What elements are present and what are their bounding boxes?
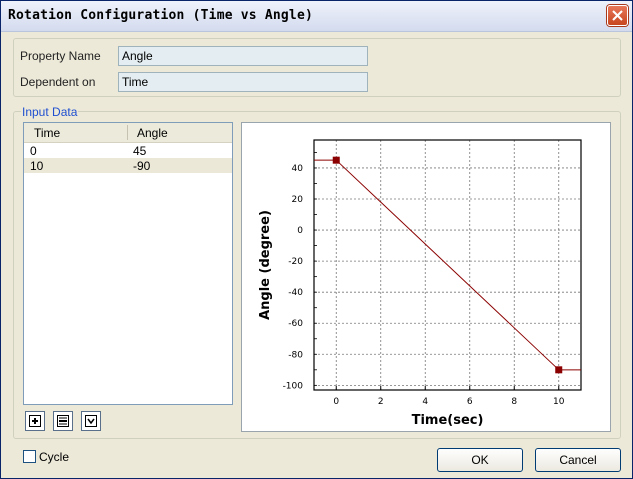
series-line: [335, 159, 560, 371]
dropdown-button[interactable]: [81, 411, 101, 431]
ok-button[interactable]: OK: [437, 448, 523, 472]
y-tick-label: 0: [297, 226, 303, 236]
cell-angle[interactable]: -90: [133, 159, 150, 173]
property-name-label: Property Name: [20, 49, 101, 63]
y-tick-label: -40: [288, 288, 303, 298]
column-header-time[interactable]: Time: [34, 126, 60, 140]
y-tick-label: -100: [283, 381, 304, 391]
close-button[interactable]: [607, 5, 628, 26]
close-icon: [612, 10, 623, 21]
cycle-label: Cycle: [39, 450, 70, 464]
time-angle-chart: 0 2 4 6 8 10 40 20 0 -20 -40 -60 -80 -100 Time(sec) Ang…: [258, 139, 582, 428]
x-tick-label: 0: [333, 397, 339, 407]
input-data-label: Input Data: [21, 105, 79, 119]
remove-row-icon: [57, 415, 69, 427]
cycle-checkbox[interactable]: [23, 450, 36, 463]
table-row[interactable]: 10 -90: [24, 158, 232, 173]
add-row-button[interactable]: [25, 411, 45, 431]
dependent-on-label: Dependent on: [20, 75, 96, 89]
y-tick-label: 40: [292, 164, 304, 174]
column-divider[interactable]: [127, 125, 128, 140]
y-tick-label: -20: [288, 257, 303, 267]
y-tick-label: -60: [288, 319, 303, 329]
column-header-angle[interactable]: Angle: [137, 126, 168, 140]
dialog-window: Rotation Configuration (Time vs Angle) P…: [0, 0, 633, 479]
data-point: [332, 156, 340, 164]
cell-time[interactable]: 10: [30, 159, 43, 173]
y-tick-label: 20: [292, 195, 304, 205]
property-name-field[interactable]: Angle: [118, 46, 368, 66]
x-tick-label: 6: [467, 397, 473, 407]
input-data-table[interactable]: Time Angle 0 45 10 -90: [23, 122, 233, 405]
table-row[interactable]: 0 45: [24, 143, 232, 158]
data-point: [555, 366, 563, 374]
window-title: Rotation Configuration (Time vs Angle): [8, 8, 314, 23]
x-tick-label: 8: [511, 397, 517, 407]
chart-panel: 0 2 4 6 8 10 40 20 0 -20 -40 -60 -80 -100 Time(sec) Ang…: [241, 122, 611, 432]
y-tick-label: -80: [288, 350, 303, 360]
x-tick-label: 10: [553, 397, 565, 407]
x-tick-label: 4: [422, 397, 428, 407]
x-axis-title: Time(sec): [412, 413, 484, 428]
dependent-on-field[interactable]: Time: [118, 72, 368, 92]
cell-time[interactable]: 0: [30, 144, 37, 158]
title-bar[interactable]: Rotation Configuration (Time vs Angle): [1, 1, 632, 32]
cancel-button[interactable]: Cancel: [535, 448, 621, 472]
y-axis-title: Angle (degree): [258, 210, 273, 320]
table-header: Time Angle: [24, 123, 232, 143]
dropdown-icon: [85, 415, 97, 427]
add-row-icon: [29, 415, 41, 427]
remove-row-button[interactable]: [53, 411, 73, 431]
cell-angle[interactable]: 45: [133, 144, 146, 158]
x-tick-label: 2: [378, 397, 384, 407]
